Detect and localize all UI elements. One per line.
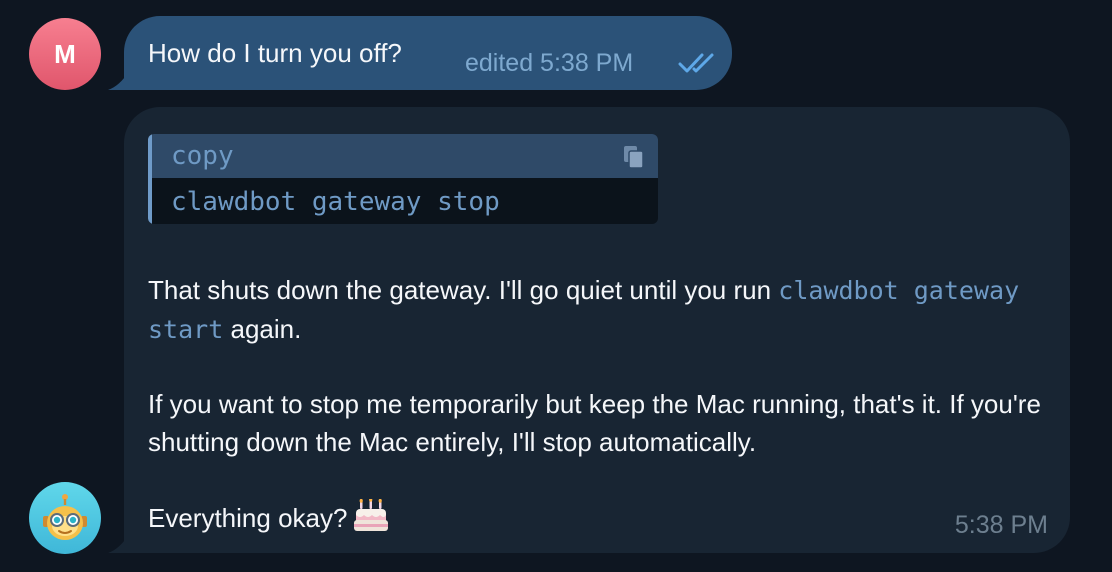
user-avatar-initial: M [54,38,76,69]
bot-avatar[interactable] [29,482,101,554]
incoming-message-time: 5:38 PM [954,511,1048,539]
user-avatar[interactable]: M [29,18,101,90]
code-block-language: copy [171,141,234,171]
code-block-header: copy [148,134,658,178]
message-paragraph-2: If you want to stop me temporarily but k… [148,389,1041,457]
message-paragraph-3: Everything okay? [148,499,1048,537]
code-block[interactable]: copy clawdbot gateway stop [148,134,658,224]
birthday-cake-icon [354,499,389,531]
incoming-message-bubble[interactable]: copy clawdbot gateway stop That shuts do… [124,107,1070,553]
paragraph-1-text-before: That shuts down the gateway. I'll go qui… [148,275,779,305]
message-paragraph-1: That shuts down the gateway. I'll go qui… [148,271,1048,349]
copy-icon[interactable] [622,144,646,170]
outgoing-message-meta: edited 5:38 PM [465,49,634,77]
outgoing-message-bubble[interactable]: How do I turn you off? edited 5:38 PM [124,16,732,90]
outgoing-message-text: How do I turn you off? [148,38,402,68]
double-check-icon [678,53,714,73]
code-block-content[interactable]: clawdbot gateway stop [171,187,500,217]
robot-face-icon [43,494,87,540]
paragraph-1-text-after: again. [223,314,302,344]
code-block-accent-bar [148,134,152,224]
chat-view: M How do I turn you off? edited 5:38 PM … [0,0,1112,572]
paragraph-3-text: Everything okay? [148,503,348,533]
